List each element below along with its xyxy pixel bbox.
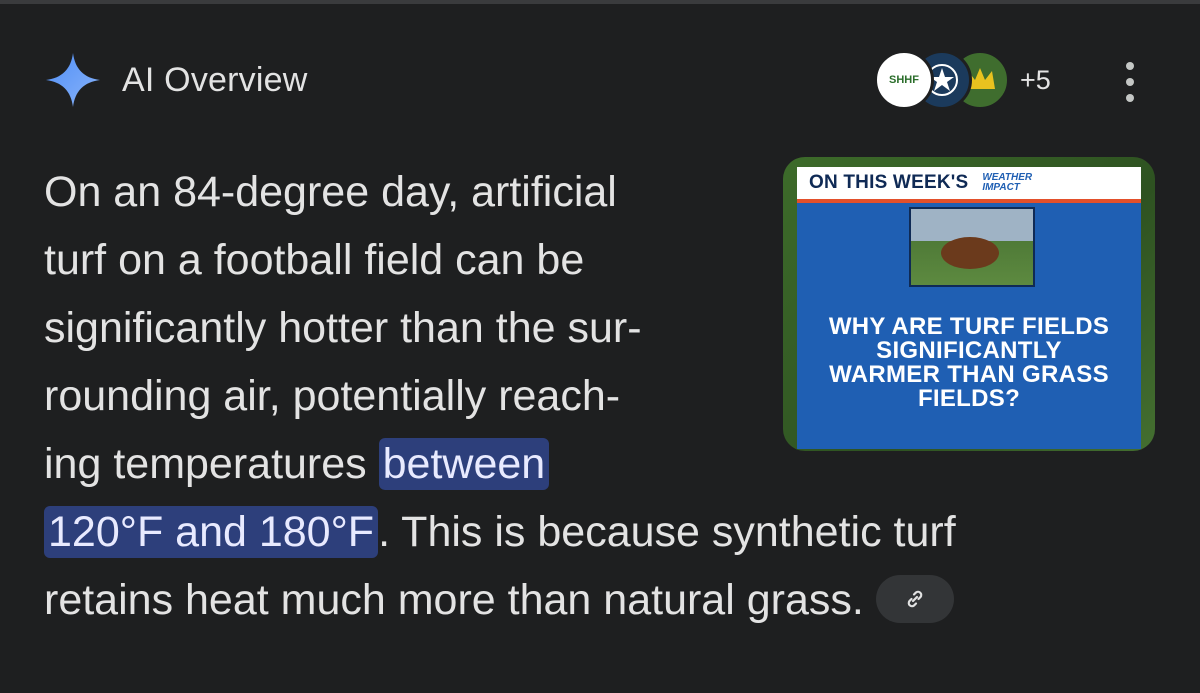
overview-line-text: retains heat much more than natural gras…: [44, 576, 864, 624]
gemini-sparkle-icon: [46, 53, 100, 107]
overview-line: retains heat much more than natural gras…: [44, 566, 1174, 634]
shhf-favicon-label: SHHF: [889, 74, 919, 86]
source-link-button[interactable]: [875, 574, 954, 623]
overview-line-text: ing temperatures: [44, 440, 379, 488]
link-icon: [907, 590, 923, 607]
ai-overview-title: AI Overview: [122, 60, 308, 99]
overview-line: ing temperatures between: [44, 430, 1174, 498]
overview-body: On an 84-degree day, artificial turf on …: [44, 158, 1174, 634]
overview-line: turf on a football field can be: [44, 236, 585, 284]
overview-line: On an 84-degree day, artificial: [44, 168, 617, 216]
ai-overview-header: AI Overview: [44, 48, 307, 112]
more-options-icon[interactable]: [1116, 62, 1144, 102]
top-divider: [0, 0, 1200, 4]
more-sources-count[interactable]: +5: [1020, 65, 1051, 96]
overview-line-text: . This is because synthetic turf: [378, 508, 956, 556]
overview-line: rounding air, potentially reach-: [44, 372, 621, 420]
highlighted-answer-part-1: between: [378, 438, 550, 490]
highlighted-answer-part-2: 120°F and 180°F: [44, 506, 379, 558]
overview-line: significantly hotter than the sur-: [44, 304, 642, 352]
source-favicons[interactable]: SHHF +5: [874, 50, 1051, 110]
overview-line: 120°F and 180°F. This is because synthet…: [44, 498, 1174, 566]
shhf-favicon-icon[interactable]: SHHF: [874, 50, 934, 110]
